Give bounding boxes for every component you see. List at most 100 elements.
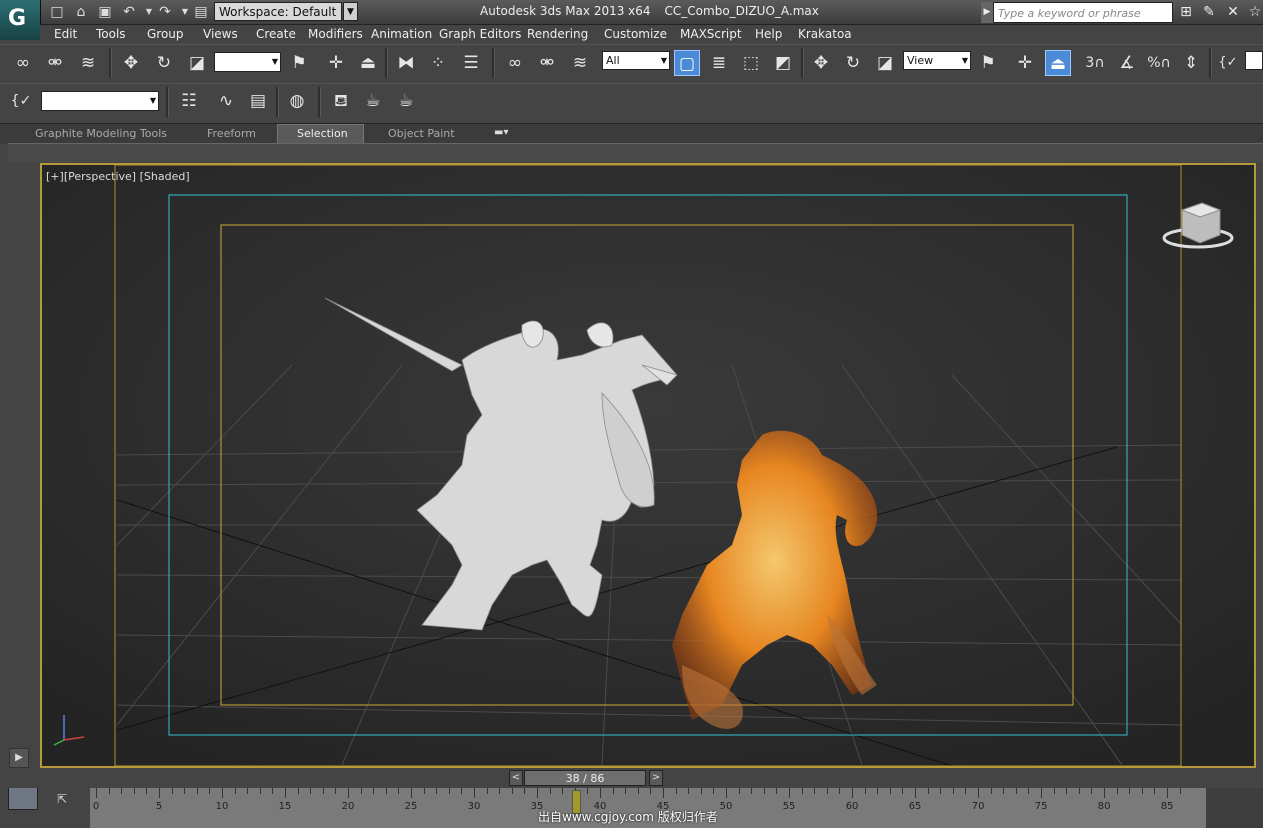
layer-manager-icon[interactable]: ☷ — [176, 88, 202, 114]
expand-panel-icon[interactable]: ▶ — [9, 748, 29, 768]
timeline-tick — [1104, 788, 1106, 798]
new-file-icon[interactable]: □ — [48, 3, 66, 21]
viewport-label[interactable]: [+][Perspective] [Shaded] — [46, 170, 190, 183]
timeline-tick — [1015, 788, 1017, 794]
search-input[interactable]: Type a keyword or phrase — [993, 2, 1173, 23]
viewport-menu-plus[interactable]: [+] — [46, 170, 64, 183]
app-logo-button[interactable]: G — [0, 0, 41, 40]
previous-frame-button[interactable]: < — [509, 770, 523, 786]
open-mini-curve-editor-icon[interactable]: ⇱ — [52, 792, 72, 810]
select-and-rotate-icon-2[interactable]: ↻ — [840, 50, 866, 76]
save-icon[interactable]: ▣ — [96, 3, 114, 21]
menu-group[interactable]: Group — [147, 27, 184, 41]
ribbon-tab-object-paint[interactable]: Object Paint — [388, 127, 455, 140]
menu-rendering[interactable]: Rendering — [527, 27, 588, 41]
bind-to-space-warp-icon[interactable]: ≋ — [75, 50, 101, 76]
render-setup-icon[interactable]: ⛾ — [328, 88, 354, 114]
edit-named-selection-icon-2[interactable]: ⚑ — [975, 50, 1001, 76]
render-production-icon[interactable]: ☕ — [393, 88, 419, 114]
schematic-view-icon[interactable]: ▤ — [245, 88, 271, 114]
select-and-scale-icon-2[interactable]: ◪ — [872, 50, 898, 76]
timeline-tick — [726, 788, 728, 798]
timeline-tick — [952, 788, 954, 794]
select-object-icon[interactable]: ▢ — [674, 50, 700, 76]
ribbon-options-icon[interactable]: ▬▾ — [494, 127, 508, 138]
mirror-icon[interactable]: ⧓ — [393, 50, 419, 76]
timeline-tick — [1053, 788, 1055, 794]
use-pivot-center-icon[interactable]: ✛ — [323, 50, 349, 76]
edit-named-sets-icon[interactable]: {✓ — [1215, 50, 1241, 76]
array-icon[interactable]: ⁘ — [425, 50, 451, 76]
ribbon-tab-graphite-modeling-tools[interactable]: Graphite Modeling Tools — [35, 127, 167, 140]
angle-snap-icon[interactable]: ∡ — [1114, 50, 1140, 76]
edit-named-selection-icon[interactable]: ⚑ — [286, 50, 312, 76]
select-and-move-icon[interactable]: ✥ — [118, 50, 144, 76]
edit-named-selection-sets-icon[interactable]: {✓ — [8, 88, 34, 114]
unlink-selection-icon[interactable]: ⚮ — [42, 50, 68, 76]
snaps-toggle-button[interactable]: 3∩ — [1082, 50, 1108, 76]
timeline-tick — [398, 788, 400, 794]
menu-graph-editors[interactable]: Graph Editors — [439, 27, 521, 41]
bind-space-warp-icon-2[interactable]: ≋ — [567, 50, 593, 76]
viewport-point-of-view[interactable]: [Perspective] — [64, 170, 136, 183]
left-panel-strip — [0, 163, 40, 828]
viewport-shading-mode[interactable]: [Shaded] — [140, 170, 190, 183]
select-and-manipulate-icon[interactable]: ⏏ — [1045, 50, 1071, 76]
reference-coordinate-dropdown[interactable]: View ▼ — [903, 51, 971, 70]
project-folder-icon[interactable]: ▤ — [192, 3, 210, 21]
next-frame-button[interactable]: > — [649, 770, 663, 786]
rendered-frame-window-icon[interactable]: ☕ — [360, 88, 386, 114]
ribbon-tab-freeform[interactable]: Freeform — [207, 127, 256, 140]
menu-maxscript[interactable]: MAXScript — [680, 27, 742, 41]
binoculars-icon[interactable]: ⊞ — [1177, 3, 1195, 21]
timeline-tick — [663, 788, 665, 798]
time-slider-frame-counter[interactable]: 38 / 86 — [524, 770, 646, 786]
curve-editor-icon[interactable]: ∿ — [213, 88, 239, 114]
rectangular-selection-region-icon[interactable]: ⬚ — [738, 50, 764, 76]
select-and-rotate-icon[interactable]: ↻ — [151, 50, 177, 76]
select-and-link-icon[interactable]: ∞ — [10, 50, 36, 76]
menu-create[interactable]: Create — [256, 27, 296, 41]
material-editor-icon[interactable]: ◍ — [284, 88, 310, 114]
viewport-scene[interactable] — [42, 165, 1254, 766]
timeline-tick — [637, 788, 639, 794]
menu-tools[interactable]: Tools — [96, 27, 126, 41]
window-crossing-icon[interactable]: ◩ — [770, 50, 796, 76]
menu-modifiers[interactable]: Modifiers — [308, 27, 363, 41]
selection-filter-dropdown[interactable]: All ▼ — [602, 51, 670, 70]
select-and-link-icon-2[interactable]: ∞ — [502, 50, 528, 76]
select-manipulate-icon[interactable]: ⏏ — [355, 50, 381, 76]
named-selection-dropdown-main[interactable]: ▼ — [214, 52, 281, 72]
menu-krakatoa[interactable]: Krakatoa — [798, 27, 852, 41]
redo-icon[interactable]: ↷ — [156, 3, 174, 21]
ribbon-tab-selection[interactable]: Selection — [297, 127, 348, 140]
timeline-tick — [965, 788, 967, 794]
menu-edit[interactable]: Edit — [54, 27, 77, 41]
unlink-selection-icon-2[interactable]: ⚮ — [534, 50, 560, 76]
timeline-tick — [385, 788, 387, 794]
x-icon[interactable]: ✕ — [1224, 3, 1242, 21]
wrench-icon[interactable]: ✎ — [1200, 3, 1218, 21]
undo-icon[interactable]: ↶ — [120, 3, 138, 21]
spinner-snap-icon[interactable]: ⇕ — [1178, 50, 1204, 76]
menu-help[interactable]: Help — [755, 27, 782, 41]
use-pivot-point-center-icon[interactable]: ✛ — [1012, 50, 1038, 76]
workspace-dropdown[interactable]: Workspace: Default — [214, 2, 342, 21]
workspace-dropdown-arrow[interactable]: ▼ — [343, 2, 358, 21]
select-by-name-icon[interactable]: ≣ — [706, 50, 732, 76]
select-and-move-icon-2[interactable]: ✥ — [808, 50, 834, 76]
menu-animation[interactable]: Animation — [371, 27, 432, 41]
menu-views[interactable]: Views — [203, 27, 238, 41]
named-selection-dropdown[interactable]: ▼ — [41, 91, 159, 111]
timeline-tick — [801, 788, 803, 794]
star-icon[interactable]: ☆ — [1246, 3, 1263, 21]
open-file-icon[interactable]: ⌂ — [72, 3, 90, 21]
timeline-tick — [1116, 788, 1118, 794]
toolbar-separator — [318, 87, 321, 117]
select-and-scale-icon[interactable]: ◪ — [184, 50, 210, 76]
named-sets-dropdown[interactable] — [1245, 51, 1263, 70]
search-expand-icon[interactable]: ▶ — [981, 2, 993, 23]
percent-snap-button[interactable]: %∩ — [1146, 50, 1172, 76]
menu-customize[interactable]: Customize — [604, 27, 667, 41]
align-icon[interactable]: ☰ — [458, 50, 484, 76]
